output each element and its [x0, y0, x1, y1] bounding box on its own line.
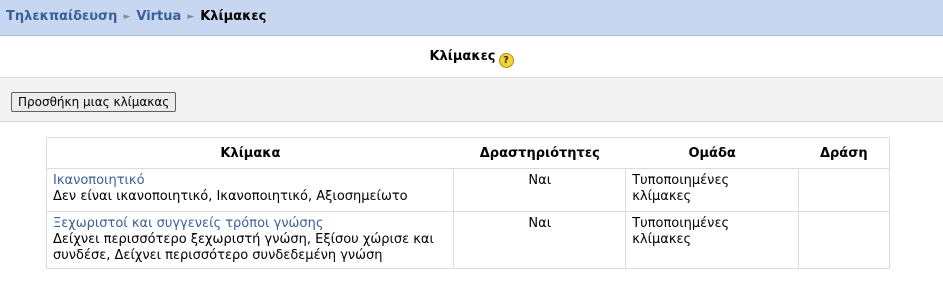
group-cell: Τυποποιημένες κλίμακες	[625, 168, 800, 212]
column-header-scale: Κλίμακα	[46, 137, 454, 169]
column-header-activities: Δραστηριότητες	[453, 137, 626, 169]
activities-cell: Ναι	[453, 211, 627, 269]
scale-cell: Ξεχωριστοί και συγγενείς τρόποι γνώσης Δ…	[46, 211, 455, 269]
scale-description: Δεν είναι ικανοποιητικό, Ικανοποιητικό, …	[53, 189, 408, 204]
breadcrumb: Τηλεκπαίδευση ► Virtua ► Κλίμακες	[6, 9, 266, 24]
table-row: Ικανοποιητικό Δεν είναι ικανοποιητικό, Ι…	[46, 168, 890, 212]
action-cell	[798, 168, 890, 212]
help-question-icon[interactable]: ?	[498, 53, 514, 68]
breadcrumb-separator-icon: ►	[187, 12, 195, 22]
page-heading: Κλίμακες?	[0, 49, 943, 68]
column-header-action: Δράση	[798, 137, 890, 169]
navigation-bar: Τηλεκπαίδευση ► Virtua ► Κλίμακες	[0, 0, 943, 36]
scales-table: Κλίμακα Δραστηριότητες Ομάδα Δράση Ικανο…	[46, 137, 890, 269]
scale-description: Δείχνει περισσότερο ξεχωριστή γνώση, Εξί…	[53, 232, 434, 263]
scale-name-link[interactable]: Ξεχωριστοί και συγγενείς τρόποι γνώσης	[53, 216, 324, 231]
scale-name-link[interactable]: Ικανοποιητικό	[53, 173, 145, 188]
action-cell	[798, 211, 890, 269]
scale-cell: Ικανοποιητικό Δεν είναι ικανοποιητικό, Ι…	[46, 168, 455, 212]
breadcrumb-link-home[interactable]: Τηλεκπαίδευση	[6, 9, 117, 24]
add-scale-button[interactable]: Προσθήκη μιας κλίμακας	[11, 92, 177, 112]
breadcrumb-link-course[interactable]: Virtua	[136, 9, 181, 24]
button-bar: Προσθήκη μιας κλίμακας	[0, 77, 943, 122]
activities-cell: Ναι	[453, 168, 627, 212]
table-row: Ξεχωριστοί και συγγενείς τρόποι γνώσης Δ…	[46, 211, 890, 269]
breadcrumb-current: Κλίμακες	[200, 9, 267, 24]
breadcrumb-separator-icon: ►	[123, 12, 131, 22]
group-cell: Τυποποιημένες κλίμακες	[625, 211, 800, 269]
page-title: Κλίμακες	[429, 49, 496, 64]
column-header-group: Ομάδα	[625, 137, 799, 169]
table-header-row: Κλίμακα Δραστηριότητες Ομάδα Δράση	[46, 137, 890, 169]
